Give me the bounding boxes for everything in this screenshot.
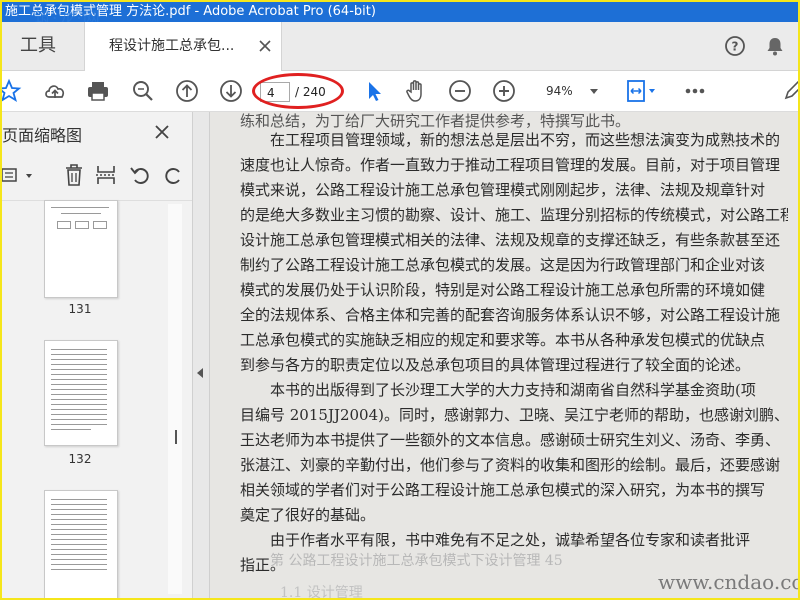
document-tab-label: 程设计施工总承包... — [109, 38, 235, 54]
page-thumbnail[interactable] — [44, 490, 118, 598]
chevron-left-icon — [197, 368, 203, 378]
panel-title: 页面缩略图 — [2, 126, 83, 145]
text-line: 相关领域的学者们对于公路工程设计施工总承包模式的深入研究，为本书的撰写 — [240, 481, 766, 499]
window-title-bar: 施工总承包模式管理 方法论.pdf - Adobe Acrobat Pro (6… — [2, 2, 798, 22]
tab-document[interactable]: 程设计施工总承包... — [84, 22, 282, 71]
search-icon[interactable] — [130, 78, 156, 104]
bleed-through-line: 1.1 设计管理 — [280, 585, 363, 598]
text-line: 的是绝大多数业主习惯的勘察、设计、施工、监理分别招标的传统模式，对公路工程 — [240, 206, 788, 224]
star-icon[interactable] — [0, 78, 22, 104]
select-arrow-icon[interactable] — [361, 78, 387, 104]
tab-bar: 工具 程设计施工总承包... ? — [2, 22, 798, 71]
page-down-icon[interactable] — [218, 78, 244, 104]
paragraph-2: 本书的出版得到了长沙理工大学的大力支持和湖南省自然科学基金资助(项 目编号 20… — [240, 378, 788, 528]
fit-page-icon[interactable] — [624, 78, 660, 104]
scrollbar-thumb[interactable] — [175, 430, 177, 444]
text-line: 全的法规体系、合格主体和完善的配套咨询服务体系认识不够，对公路工程设计施 — [240, 306, 781, 324]
zoom-select[interactable]: 94% — [532, 79, 604, 103]
screenshot-frame: 施工总承包模式管理 方法论.pdf - Adobe Acrobat Pro (6… — [0, 0, 800, 600]
thumbnail-page-label: 132 — [68, 452, 92, 466]
text-line: 本书的出版得到了长沙理工大学的大力支持和湖南省自然科学基金资助(项 — [270, 381, 756, 399]
print-icon[interactable] — [85, 78, 111, 104]
zoom-in-icon[interactable] — [491, 78, 517, 104]
thumbnail-page-label: 131 — [68, 302, 92, 316]
text-line: 制约了公路工程设计施工总承包模式的发展。这是因为行政管理部门和企业对该 — [240, 256, 766, 274]
zoom-value: 94% — [546, 84, 573, 98]
trash-icon[interactable] — [62, 162, 86, 188]
text-line: 目编号 2015JJ2004)。同时，感谢郭力、卫晓、吴江宁老师的帮助，也感谢刘… — [240, 406, 788, 424]
page-total-label: / 240 — [295, 85, 326, 99]
text-line: 王达老师为本书提供了一些额外的文本信息。感谢硕士研究生刘义、汤奇、李勇、 — [240, 431, 781, 449]
text-line: 在工程项目管理领域，新的想法总是层出不穷，而这些想法演变为成熟技术的 — [270, 131, 781, 149]
close-icon[interactable] — [255, 36, 275, 56]
bleed-through-line: 第 公路工程设计施工总承包模式下设计管理 45 — [270, 553, 563, 569]
watermark-url: www.cndao.com — [658, 570, 798, 594]
text-line: 模式的发展仍处于认识阶段，特别是对公路工程设计施工总承包所需的环境如健 — [240, 281, 766, 299]
page-number-input[interactable]: 4 — [260, 82, 290, 102]
panel-toolbar — [2, 160, 192, 190]
page-up-icon[interactable] — [174, 78, 200, 104]
svg-text:?: ? — [732, 40, 739, 54]
cloud-upload-icon[interactable] — [42, 78, 68, 104]
options-menu-icon[interactable] — [2, 162, 38, 188]
more-icon[interactable] — [682, 78, 708, 104]
extract-pages-icon[interactable] — [94, 162, 118, 188]
paragraph-1: 在工程项目管理领域，新的想法总是层出不穷，而这些想法演变为成熟技术的 速度也让人… — [240, 128, 788, 378]
zoom-out-icon[interactable] — [447, 78, 473, 104]
text-line: 奠定了很好的基础。 — [240, 506, 376, 524]
chevron-down-icon — [590, 89, 598, 94]
page-thumbnail[interactable] — [44, 340, 118, 446]
pen-icon[interactable] — [780, 78, 800, 104]
text-line: 张湛江、刘豪的辛勤付出，他们参与了资料的收集和图形的绘制。最后，还要感谢 — [240, 456, 781, 474]
page-thumbnail[interactable] — [44, 200, 118, 298]
thumbnail-scrollbar[interactable] — [168, 204, 182, 594]
thumbnail-panel: 页面缩略图 131 132 — [2, 112, 193, 598]
text-line: 工总承包模式的实施缺乏相应的规定和要求等。本书从各种承发包模式的优缺点 — [240, 331, 766, 349]
rotate-left-icon[interactable] — [128, 162, 152, 188]
panel-collapse-handle[interactable] — [193, 112, 210, 598]
close-icon[interactable] — [152, 122, 172, 142]
text-line: 模式来说，公路工程设计施工总承包管理模式刚刚起步，法律、法规及规章针对 — [240, 181, 766, 199]
rotate-right-icon[interactable] — [162, 162, 186, 188]
tab-tools[interactable]: 工具 — [2, 22, 84, 70]
text-line: 设计施工总承包管理模式相关的法律、法规及规章的支撑还缺乏，有些条款甚至还 — [240, 231, 781, 249]
document-view[interactable]: 练和总结，为丁给厂大研究工作者提供参考，特撰写此书。 在工程项目管理领域，新的想… — [210, 112, 798, 598]
hand-icon[interactable] — [403, 78, 429, 104]
help-icon[interactable]: ? — [724, 35, 746, 57]
text-line: 速度也让人惊奇。作者一直致力于推动工程项目管理的发展。目前，对于项目管理 — [240, 156, 781, 174]
bell-icon[interactable] — [764, 35, 786, 57]
text-line: 到参与各方的职责定位以及总承包项目的具体管理过程进行了较全面的论述。 — [240, 356, 751, 374]
main-toolbar: 4 / 240 94% — [2, 71, 798, 112]
